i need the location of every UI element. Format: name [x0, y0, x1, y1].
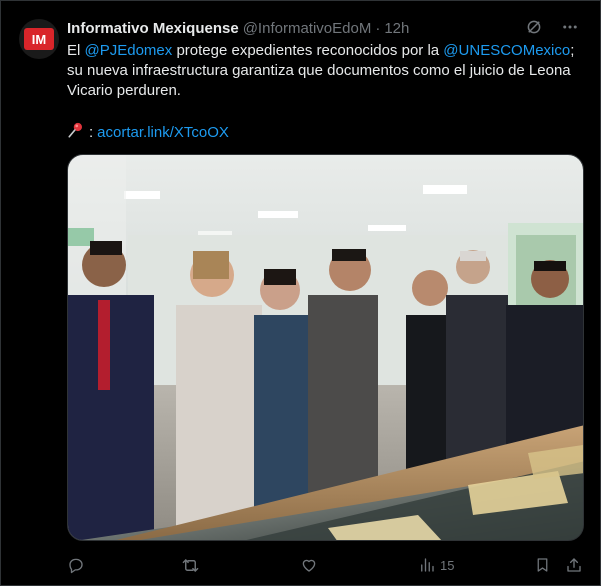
- tweet-text-part: El: [67, 42, 85, 59]
- link-prefix: :: [89, 124, 94, 141]
- pushpin-icon: [67, 121, 85, 145]
- mention-pjedomex[interactable]: @PJEdomex: [85, 42, 173, 59]
- repost-icon: [182, 558, 199, 572]
- header-actions: [524, 17, 580, 37]
- tweet-text-part: protege expedientes reconocidos por la: [172, 42, 444, 59]
- tweet-photo[interactable]: [67, 154, 584, 541]
- views-count: 15: [440, 557, 455, 573]
- share-button[interactable]: [565, 556, 583, 574]
- avatar-text: IM: [32, 32, 46, 46]
- user-handle[interactable]: @InformativoEdoM: [243, 20, 372, 37]
- timestamp[interactable]: 12h: [384, 20, 409, 37]
- bookmark-button[interactable]: [534, 556, 551, 574]
- separator-dot: ·: [375, 19, 381, 37]
- tweet-header: Informativo Mexiquense @InformativoEdoM …: [67, 17, 580, 39]
- views-button[interactable]: 15: [418, 556, 454, 574]
- share-icon: [567, 558, 581, 572]
- tweet-text: El @PJEdomex protege expedientes reconoc…: [67, 41, 587, 145]
- grok-icon[interactable]: [524, 17, 544, 37]
- repost-button[interactable]: [181, 556, 200, 575]
- im-logo: IM: [24, 28, 54, 50]
- link-line: : acortar.link/XTcoOX: [67, 121, 587, 145]
- mention-unescomexico[interactable]: @UNESCOMexico: [443, 42, 570, 59]
- like-button[interactable]: [300, 556, 318, 574]
- shortened-link[interactable]: acortar.link/XTcoOX: [97, 123, 229, 143]
- tweet-body: El @PJEdomex protege expedientes reconoc…: [67, 41, 587, 101]
- reply-button[interactable]: [67, 556, 85, 574]
- display-name[interactable]: Informativo Mexiquense: [67, 20, 239, 37]
- views-icon: [421, 558, 434, 572]
- bookmark-icon: [537, 558, 548, 572]
- more-icon[interactable]: [560, 17, 580, 37]
- action-bar: 15: [67, 553, 584, 577]
- heart-icon: [302, 559, 316, 572]
- reply-icon: [69, 558, 83, 574]
- avatar[interactable]: IM: [19, 19, 59, 59]
- tweet-card[interactable]: IM Informativo Mexiquense @InformativoEd…: [0, 0, 601, 586]
